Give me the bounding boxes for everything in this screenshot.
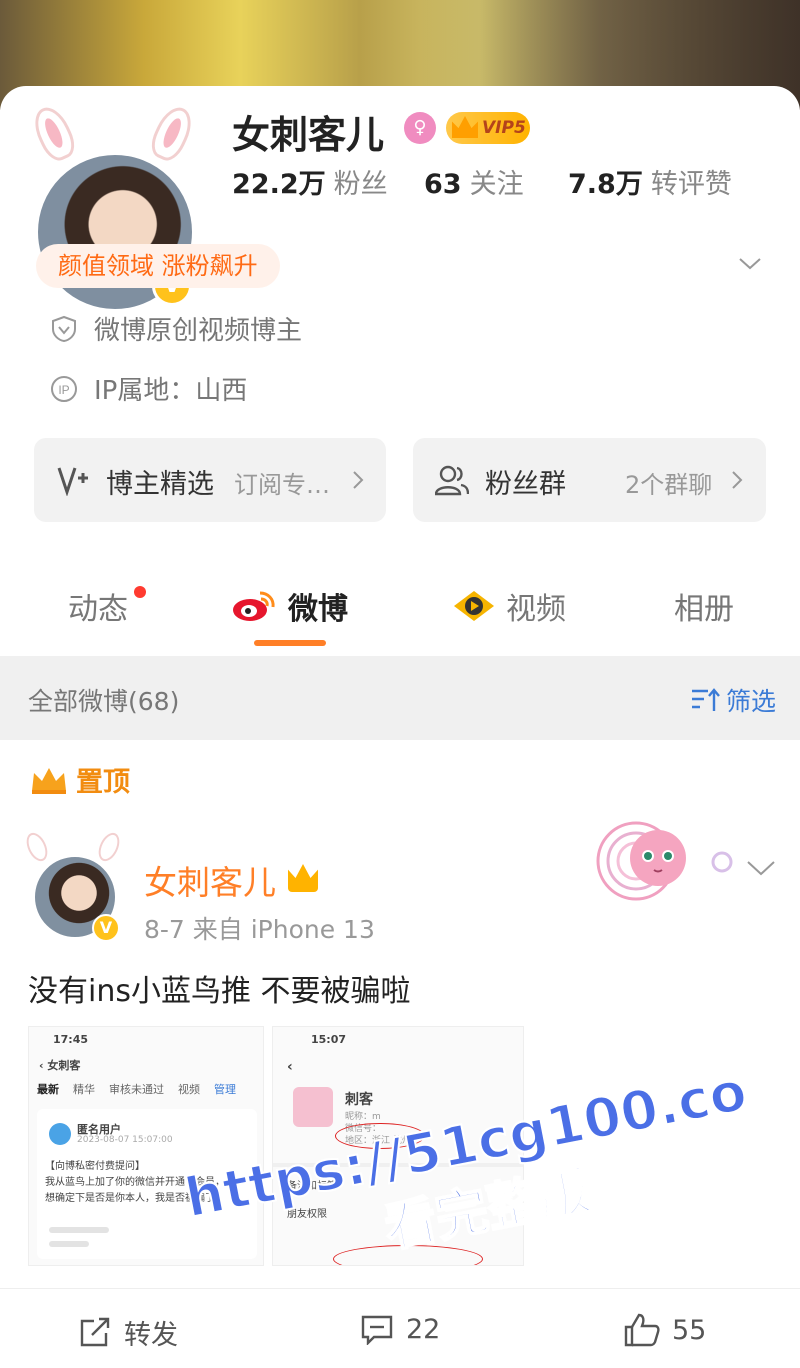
crown-icon xyxy=(32,767,66,794)
thumbs-up-icon xyxy=(624,1313,660,1347)
ip-location-text: IP属地：山西 xyxy=(94,376,248,406)
weibo-count: 全部微博(68) xyxy=(28,687,180,716)
post-author-name[interactable]: 女刺客儿 xyxy=(144,856,276,904)
stat-number: 22.2万 xyxy=(232,169,326,200)
post-meta: 8-7 来自 iPhone 13 xyxy=(144,915,375,944)
screenshot-title: ‹ 女刺客 xyxy=(39,1059,81,1072)
female-gender-icon: ♀ xyxy=(404,112,436,144)
weibo-logo-icon xyxy=(233,591,275,621)
repost-button[interactable]: 转发 xyxy=(78,1313,178,1352)
screenshot-tab: 精华 xyxy=(73,1083,95,1096)
fans-group-sub: 2个群聊 xyxy=(625,471,713,499)
ip-icon: IP xyxy=(51,375,77,402)
jigglypuff-decoration-icon xyxy=(596,821,733,901)
stat-label: 粉丝 xyxy=(333,169,388,200)
repost-icon xyxy=(80,1317,110,1346)
following-stat[interactable]: 63 关注 xyxy=(424,162,524,201)
stat-label: 转评赞 xyxy=(650,169,732,200)
screenshot-avatar xyxy=(293,1087,333,1127)
bunny-ear-left-icon xyxy=(27,101,81,166)
chevron-down-icon[interactable] xyxy=(738,252,762,276)
filter-icon xyxy=(692,688,720,711)
featured-title: 博主精选 xyxy=(106,469,214,500)
filter-label: 筛选 xyxy=(726,687,777,716)
tab-label: 相册 xyxy=(674,592,734,627)
screenshot-avatar xyxy=(49,1123,71,1145)
verification-row: 微博原创视频博主 xyxy=(50,310,302,347)
profile-card: V 女刺客儿 ♀ VIP5 22.2万粉丝 63关注 7.8万转评赞 颜值领域 … xyxy=(0,86,800,656)
like-count: 55 xyxy=(672,1314,707,1346)
comment-icon xyxy=(361,1315,393,1345)
vip-label: VIP5 xyxy=(482,118,526,138)
crown-icon xyxy=(452,116,478,138)
bunny-ear-right-icon xyxy=(94,829,124,865)
screenshot-tabs: 最新 精华 审核未通过 视频 管理 xyxy=(37,1081,263,1097)
profile-tag-pill[interactable]: 颜值领域 涨粉飙升 xyxy=(36,244,280,288)
post-actions: 转发 22 55 xyxy=(0,1288,800,1368)
tab-label: 动态 xyxy=(68,592,128,627)
comment-count: 22 xyxy=(406,1313,441,1345)
verified-badge-icon: V xyxy=(92,914,120,942)
screenshot-placeholder xyxy=(49,1241,89,1247)
followers-stat[interactable]: 22.2万 粉丝 xyxy=(232,162,388,201)
tab-label: 微博 xyxy=(288,592,348,627)
featured-content-button[interactable]: 博主精选 订阅专… xyxy=(34,438,386,522)
bunny-ear-right-icon xyxy=(145,101,199,166)
tab-label: 视频 xyxy=(506,592,566,627)
stat-label: 关注 xyxy=(469,169,524,200)
stat-number: 63 xyxy=(424,169,462,200)
chevron-right-icon xyxy=(353,471,364,489)
bunny-ear-left-icon xyxy=(22,829,52,865)
ip-location-row: IP IP属地：山西 xyxy=(50,370,247,407)
chevron-right-icon xyxy=(732,471,743,489)
pinned-post: 置顶 V 女刺客儿 8-7 来自 iPhone 13 没有ins小蓝鸟推 不要被… xyxy=(0,740,800,1368)
svg-text:IP: IP xyxy=(58,383,69,397)
pinned-label: 置顶 xyxy=(30,760,130,799)
post-text: 没有ins小蓝鸟推 不要被骗啦 xyxy=(28,974,411,1009)
filter-button[interactable]: 筛选 xyxy=(690,682,776,718)
engagement-stat[interactable]: 7.8万 转评赞 xyxy=(568,162,732,201)
screenshot-tab: 管理 xyxy=(214,1083,236,1096)
post-author-avatar[interactable]: V xyxy=(22,826,132,946)
fans-group-button[interactable]: 粉丝群 2个群聊 xyxy=(413,438,766,522)
screenshot-tab: 最新 xyxy=(37,1083,59,1096)
tab-album[interactable]: 相册 xyxy=(674,584,734,628)
fans-group-icon xyxy=(435,465,469,496)
featured-sub: 订阅专… xyxy=(234,471,330,499)
profile-tabs: 动态 微博 视频 相册 xyxy=(0,576,800,656)
vip-badge[interactable]: VIP5 xyxy=(446,112,530,144)
pinned-text: 置顶 xyxy=(76,767,130,798)
stat-number: 7.8万 xyxy=(568,169,643,200)
comment-button[interactable]: 22 xyxy=(360,1313,440,1345)
v-plus-icon xyxy=(57,467,88,496)
notification-dot xyxy=(134,586,146,598)
active-tab-indicator xyxy=(254,640,326,646)
verification-text: 微博原创视频博主 xyxy=(94,316,303,346)
tab-activity[interactable]: 动态 xyxy=(68,584,128,628)
screenshot-time: 17:45 xyxy=(53,1033,89,1046)
screenshot-tab: 视频 xyxy=(178,1083,200,1096)
filter-bar: 全部微博(68) 筛选 xyxy=(0,656,800,740)
screenshot-time: 15:07 xyxy=(311,1033,347,1046)
like-button[interactable]: 55 xyxy=(624,1313,706,1347)
tab-weibo[interactable]: 微博 xyxy=(230,584,348,628)
chevron-down-icon[interactable] xyxy=(746,858,776,878)
repost-label: 转发 xyxy=(124,1320,178,1351)
tab-video[interactable]: 视频 xyxy=(452,584,566,628)
screenshot-title-text: 女刺客 xyxy=(47,1059,81,1072)
video-play-icon xyxy=(454,591,494,621)
profile-name: 女刺客儿 xyxy=(232,113,385,157)
vip-crown-icon xyxy=(288,864,318,892)
fans-group-title: 粉丝群 xyxy=(485,469,566,500)
back-icon: ‹ xyxy=(287,1059,293,1075)
shield-icon xyxy=(52,315,76,342)
screenshot-placeholder xyxy=(49,1227,109,1233)
screenshot-date: 2023-08-07 15:07:00 xyxy=(77,1135,173,1145)
screenshot-tab: 审核未通过 xyxy=(109,1083,164,1096)
